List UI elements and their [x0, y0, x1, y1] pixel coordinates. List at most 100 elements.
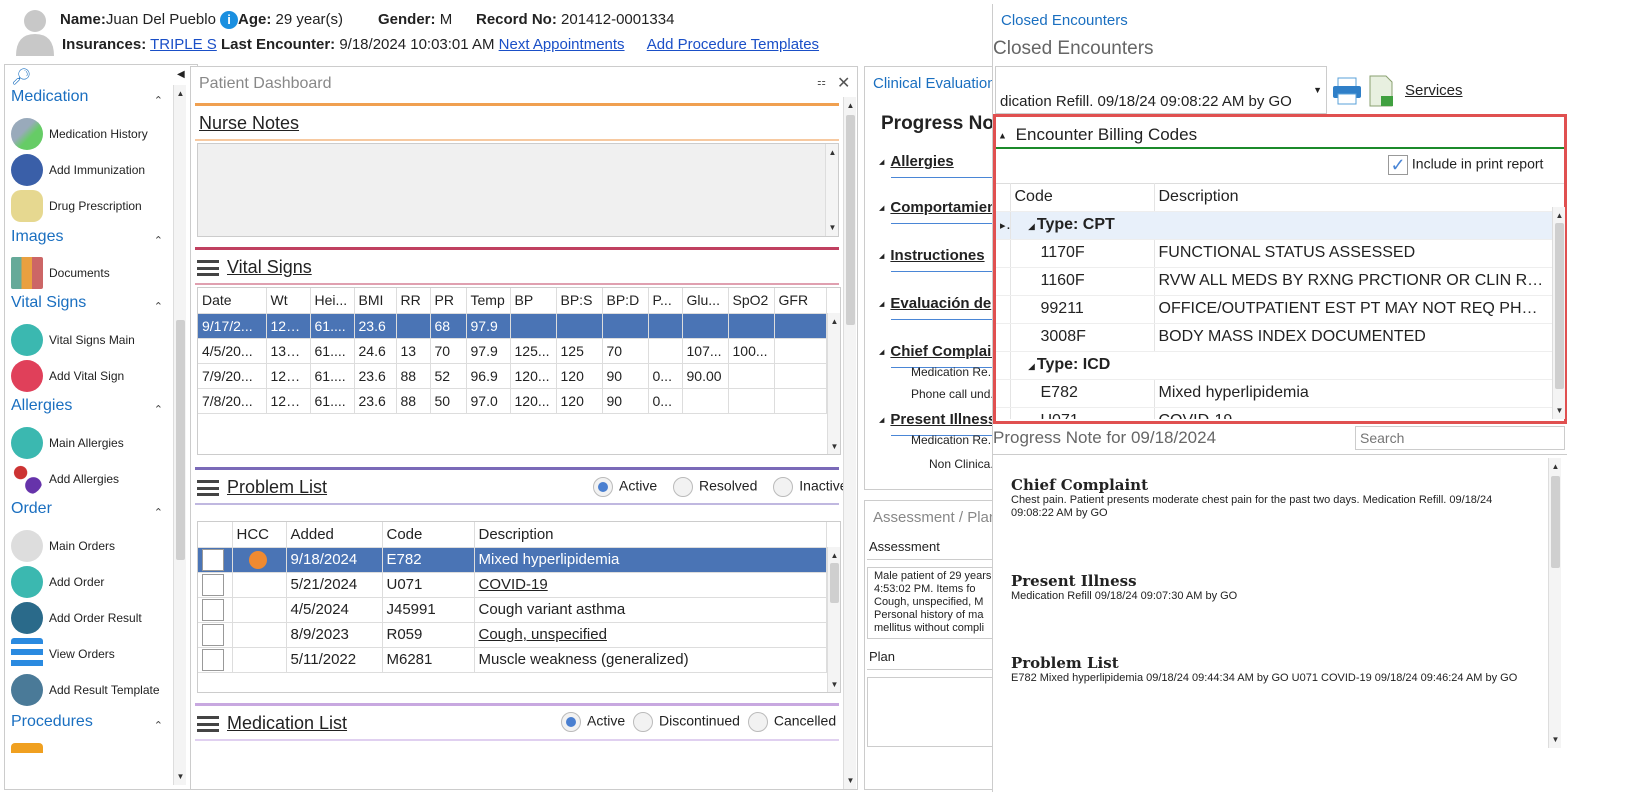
chevron-up-icon[interactable]: ⌃	[154, 94, 163, 107]
collapse-triangle-icon[interactable]: ◢	[879, 159, 884, 166]
sidebar-item-vital-signs-main[interactable]: Vital Signs Main	[11, 323, 135, 357]
row-checkbox[interactable]	[202, 623, 224, 646]
assessment-textarea[interactable]: Male patient of 29 years 4:53:02 PM. Ite…	[867, 567, 993, 639]
row-checkbox[interactable]	[202, 648, 224, 671]
scroll-down-icon[interactable]: ▼	[1549, 733, 1562, 746]
scroll-down-icon[interactable]: ▼	[828, 440, 840, 453]
radio-active[interactable]	[593, 477, 613, 497]
section-order[interactable]: Order	[11, 500, 52, 518]
radio-resolved[interactable]	[673, 477, 694, 497]
sidebar-item-main-orders[interactable]: Main Orders	[11, 529, 115, 563]
next-appointments-link[interactable]: Next Appointments	[499, 36, 625, 53]
vital-column-header[interactable]: GFR	[774, 288, 827, 314]
export-document-icon[interactable]	[1367, 74, 1395, 108]
scroll-up-icon[interactable]: ▲	[844, 99, 857, 112]
include-print-checkbox[interactable]: ✓	[1388, 155, 1408, 175]
present-illness-entry[interactable]: Medication Re...	[911, 433, 993, 447]
chief-complaint-entry[interactable]: Medication Re...	[911, 365, 993, 379]
problem-row[interactable]: 4/5/2024 J45991 Cough variant asthma	[198, 597, 827, 623]
services-link[interactable]: Services	[1405, 82, 1463, 99]
present-illness-entry[interactable]: Non Clinica...	[929, 457, 993, 471]
nurse-notes-title[interactable]: Nurse Notes	[199, 113, 299, 133]
sidebar-item-add-result-template[interactable]: Add Result Template	[11, 673, 160, 707]
dashboard-scrollbar[interactable]: ▲ ▼	[843, 97, 856, 789]
vital-column-header[interactable]: BP:D	[602, 288, 649, 314]
problem-column-header[interactable]: HCC	[232, 522, 287, 548]
clinical-section[interactable]: ◢ Comportamiento	[879, 199, 993, 216]
vital-column-header[interactable]: Wt	[266, 288, 311, 314]
collapse-triangle-icon[interactable]: ◢	[879, 417, 884, 424]
vital-row[interactable]: 7/9/20... 125... 61.... 23.6 88 52 96.9 120... 1…	[198, 363, 827, 389]
problem-column-header[interactable]: Description	[474, 522, 827, 548]
clinical-section[interactable]: ◢ Instructiones	[879, 247, 985, 264]
vital-row[interactable]: 4/5/20... 130... 61.... 24.6 13 70 97.9 125... 1…	[198, 338, 827, 364]
collapse-triangle-icon[interactable]: ◢	[879, 301, 884, 308]
plan-textarea[interactable]	[867, 677, 993, 747]
section-allergies[interactable]: Allergies	[11, 397, 72, 415]
chevron-up-icon[interactable]: ⌃	[154, 719, 163, 732]
vital-column-header[interactable]: Temp	[466, 288, 511, 314]
section-vital-signs[interactable]: Vital Signs	[11, 294, 86, 312]
clinical-evaluation-tab[interactable]: Clinical Evaluation	[873, 75, 993, 92]
problem-column-header[interactable]	[198, 522, 233, 548]
sidebar-item-view-orders[interactable]: View Orders	[11, 637, 115, 671]
printer-icon[interactable]	[1331, 76, 1363, 106]
sidebar-item-add-allergies[interactable]: Add Allergies	[11, 462, 119, 496]
vital-signs-title[interactable]: Vital Signs	[227, 257, 312, 277]
chevron-up-icon[interactable]: ⌃	[154, 403, 163, 416]
vital-column-header[interactable]: BP:S	[556, 288, 603, 314]
billing-code-row[interactable]: E782 Mixed hyperlipidemia	[996, 379, 1552, 408]
nurse-notes-textarea[interactable]: ▲ ▼	[197, 143, 839, 237]
chevron-down-icon[interactable]: ▼	[1313, 85, 1322, 95]
scroll-up-icon[interactable]: ▲	[1553, 209, 1566, 222]
sidebar-scrollbar[interactable]: ▲ ▼	[173, 85, 186, 785]
problem-list-title[interactable]: Problem List	[227, 477, 327, 497]
scroll-up-icon[interactable]: ▲	[1549, 460, 1562, 473]
chevron-up-icon[interactable]: ⌃	[154, 234, 163, 247]
chevron-up-icon[interactable]: ⌃	[154, 506, 163, 519]
add-procedure-templates-link[interactable]: Add Procedure Templates	[647, 36, 819, 53]
section-medication[interactable]: Medication	[11, 88, 88, 106]
collapse-triangle-icon[interactable]: ◢	[1029, 362, 1037, 371]
chevron-up-icon[interactable]: ⌃	[154, 300, 163, 313]
vital-row[interactable]: 9/17/2... 125... 61.... 23.6 68 97.9	[198, 313, 827, 339]
sidebar-item-medication-history[interactable]: Medication History	[11, 117, 148, 151]
billing-code-row[interactable]: 1170F FUNCTIONAL STATUS ASSESSED	[996, 239, 1552, 268]
row-checkbox[interactable]	[202, 573, 224, 596]
sidebar-item-add-vital-sign[interactable]: Add Vital Sign	[11, 359, 124, 393]
vital-column-header[interactable]: BP	[510, 288, 557, 314]
scroll-up-icon[interactable]: ▲	[828, 315, 840, 328]
sidebar-item-add-order-result[interactable]: Add Order Result	[11, 601, 142, 635]
row-expand-icon[interactable]: ▸	[1000, 216, 1009, 233]
sidebar-item-main-allergies[interactable]: Main Allergies	[11, 426, 124, 460]
problem-column-header[interactable]: Code	[382, 522, 475, 548]
vital-column-header[interactable]: SpO2	[728, 288, 775, 314]
menu-icon[interactable]	[197, 480, 219, 497]
row-checkbox[interactable]	[202, 548, 224, 571]
vital-column-header[interactable]: RR	[396, 288, 431, 314]
close-icon[interactable]: ✕	[837, 73, 850, 93]
problem-row[interactable]: 5/21/2024 U071 COVID-19	[198, 572, 827, 598]
scroll-up-icon[interactable]: ▲	[826, 146, 839, 159]
sidebar-item-add-order[interactable]: Add Order	[11, 565, 104, 599]
billing-group-row[interactable]: ◢ Type: ICD	[996, 351, 1552, 380]
billing-code-row[interactable]: U071COVID-19	[996, 407, 1552, 419]
problem-row[interactable]: 8/9/2023 R059 Cough, unspecified	[198, 622, 827, 648]
clinical-section[interactable]: ◢ Chief Complaint	[879, 343, 993, 360]
column-code[interactable]: Code	[1010, 183, 1155, 212]
vital-row[interactable]: 7/8/20... 125... 61.... 23.6 88 50 97.0 120... 1…	[198, 388, 827, 414]
menu-icon[interactable]	[197, 260, 219, 277]
radio-discontinued[interactable]	[633, 712, 654, 732]
problem-row[interactable]: 5/11/2022 M6281 Muscle weakness (generaliz…	[198, 647, 827, 673]
clinical-section[interactable]: ◢ Allergies	[879, 153, 954, 170]
scroll-down-icon[interactable]: ▼	[826, 221, 839, 234]
radio-active[interactable]	[561, 712, 581, 732]
billing-code-row[interactable]: 99211 OFFICE/OUTPATIENT EST PT MAY NOT RE…	[996, 295, 1552, 324]
section-procedures[interactable]: Procedures	[11, 713, 93, 731]
radio-inactive[interactable]	[773, 477, 794, 497]
scroll-down-icon[interactable]: ▼	[844, 774, 857, 787]
billing-code-row[interactable]: 3008F BODY MASS INDEX DOCUMENTED	[996, 323, 1552, 352]
search-icon[interactable]: 🔎︎	[11, 67, 31, 87]
info-icon[interactable]: i	[220, 11, 239, 30]
insurance-link[interactable]: TRIPLE S	[150, 36, 217, 53]
